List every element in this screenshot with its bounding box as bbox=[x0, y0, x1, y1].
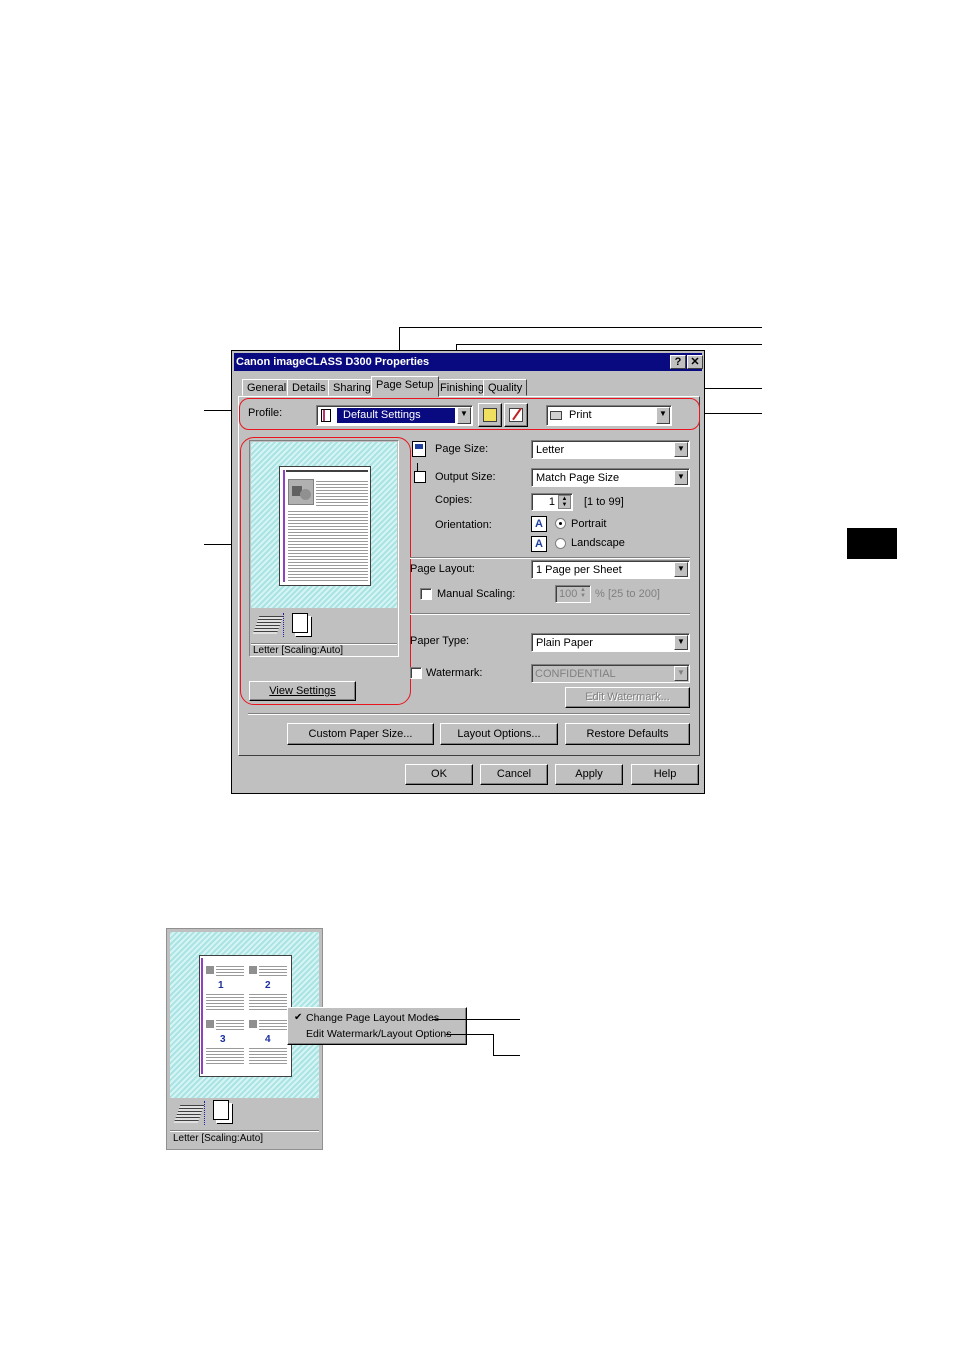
landscape-icon: A bbox=[531, 536, 547, 552]
output-size-select[interactable]: Match Page Size ▼ bbox=[531, 468, 690, 487]
callout-line bbox=[399, 327, 762, 328]
callout-line bbox=[446, 1034, 493, 1035]
scaling-spinner[interactable]: 100 ▲ ▼ bbox=[555, 585, 591, 603]
caption-divider bbox=[170, 1130, 319, 1132]
tab-page-setup[interactable]: Page Setup bbox=[371, 376, 439, 397]
menu-item-edit-watermark[interactable]: Edit Watermark/Layout Options bbox=[290, 1027, 464, 1042]
chevron-down-icon[interactable]: ▼ bbox=[674, 666, 688, 681]
page-layout-select[interactable]: 1 Page per Sheet ▼ bbox=[531, 560, 690, 579]
layout-options-button[interactable]: Layout Options... bbox=[440, 723, 558, 745]
context-menu: ✔ Change Page Layout Modes Edit Watermar… bbox=[287, 1007, 467, 1045]
page-number-1: 1 bbox=[218, 980, 224, 991]
apply-button[interactable]: Apply bbox=[555, 764, 623, 785]
chevron-down-icon[interactable]: ▼ bbox=[674, 442, 688, 457]
landscape-label: Landscape bbox=[571, 537, 625, 549]
tab-quality[interactable]: Quality bbox=[483, 379, 528, 396]
restore-defaults-button[interactable]: Restore Defaults bbox=[565, 723, 690, 745]
output-size-label: Output Size: bbox=[435, 471, 496, 483]
preview-divider bbox=[204, 1101, 205, 1125]
portrait-radio[interactable] bbox=[555, 518, 566, 529]
copies-spinner[interactable]: 1 ▲ ▼ bbox=[531, 493, 573, 511]
paper-type-select[interactable]: Plain Paper ▼ bbox=[531, 633, 690, 652]
dialog-title: Canon imageCLASS D300 Properties bbox=[236, 356, 430, 368]
highlight-profile-row bbox=[239, 398, 700, 430]
edit-watermark-button[interactable]: Edit Watermark... bbox=[565, 687, 690, 708]
chevron-down-icon[interactable]: ▼ bbox=[674, 562, 688, 577]
callout-line bbox=[456, 344, 762, 345]
properties-dialog: Canon imageCLASS D300 Properties ? ✕ Gen… bbox=[231, 350, 705, 794]
stack-icon bbox=[173, 1105, 205, 1123]
ok-button[interactable]: OK bbox=[405, 764, 473, 785]
spinner-buttons[interactable]: ▲ ▼ bbox=[558, 495, 571, 509]
close-button[interactable]: ✕ bbox=[687, 355, 703, 369]
scaling-unit: % bbox=[595, 588, 605, 600]
output-size-icon bbox=[412, 463, 426, 483]
page-number-2: 2 bbox=[265, 980, 271, 991]
portrait-label: Portrait bbox=[571, 518, 607, 530]
help-title-button[interactable]: ? bbox=[670, 355, 686, 369]
page-number-3: 3 bbox=[220, 1034, 226, 1045]
manual-scaling-label: Manual Scaling: bbox=[437, 588, 516, 600]
page-layout-value: 1 Page per Sheet bbox=[536, 564, 622, 576]
section-divider bbox=[248, 713, 690, 715]
callout-line bbox=[493, 1055, 520, 1056]
chevron-down-icon[interactable]: ▼ bbox=[674, 470, 688, 485]
page-layout-label: Page Layout: bbox=[410, 563, 475, 575]
section-divider bbox=[410, 557, 690, 559]
tab-general[interactable]: General bbox=[242, 379, 292, 396]
mini-page-3: 3 bbox=[206, 1018, 244, 1066]
chevron-down-icon[interactable]: ▼ bbox=[674, 635, 688, 650]
tab-finishing[interactable]: Finishing bbox=[435, 379, 490, 396]
watermark-value: CONFIDENTIAL bbox=[535, 668, 616, 680]
output-size-value: Match Page Size bbox=[536, 472, 620, 484]
custom-paper-size-button[interactable]: Custom Paper Size... bbox=[287, 723, 434, 745]
tab-details[interactable]: Details bbox=[287, 379, 331, 396]
page-number-4: 4 bbox=[265, 1034, 271, 1045]
manual-scaling-checkbox[interactable] bbox=[420, 588, 432, 600]
orientation-label: Orientation: bbox=[435, 519, 492, 531]
watermark-checkbox[interactable] bbox=[410, 667, 422, 679]
help-button[interactable]: Help bbox=[631, 764, 699, 785]
page-size-value: Letter bbox=[536, 444, 565, 456]
copies-range: [1 to 99] bbox=[584, 496, 624, 508]
check-icon: ✔ bbox=[294, 1012, 303, 1023]
callout-line bbox=[493, 1034, 494, 1056]
callout-line bbox=[432, 1019, 520, 1020]
menu-item-label: Change Page Layout Modes bbox=[306, 1012, 440, 1024]
tab-sharing[interactable]: Sharing bbox=[328, 379, 376, 396]
second-preview-caption: Letter [Scaling:Auto] bbox=[173, 1133, 264, 1144]
mini-page-1: 1 bbox=[206, 964, 244, 1012]
scaling-range: [25 to 200] bbox=[608, 588, 660, 600]
section-divider bbox=[410, 613, 690, 615]
second-preview-page: 1 2 3 4 bbox=[199, 955, 292, 1077]
cancel-button[interactable]: Cancel bbox=[480, 764, 548, 785]
title-bar: Canon imageCLASS D300 Properties bbox=[234, 353, 702, 371]
menu-item-label: Edit Watermark/Layout Options bbox=[306, 1028, 452, 1040]
paper-type-label: Paper Type: bbox=[410, 635, 470, 647]
landscape-radio[interactable] bbox=[555, 538, 566, 549]
copies-value: 1 bbox=[548, 496, 555, 508]
copies-label: Copies: bbox=[435, 494, 473, 506]
mini-page-2: 2 bbox=[249, 964, 287, 1012]
portrait-icon: A bbox=[531, 516, 547, 532]
copy-icon bbox=[213, 1100, 229, 1120]
scaling-value: 100 bbox=[559, 588, 578, 600]
page-size-label: Page Size: bbox=[435, 443, 489, 455]
mini-page-4: 4 bbox=[249, 1018, 287, 1066]
paper-type-value: Plain Paper bbox=[536, 637, 593, 649]
page-size-select[interactable]: Letter ▼ bbox=[531, 440, 690, 459]
page-size-icon bbox=[412, 441, 426, 457]
watermark-label: Watermark: bbox=[426, 667, 483, 679]
highlight-preview bbox=[240, 437, 411, 705]
chapter-marker bbox=[847, 528, 897, 559]
watermark-select[interactable]: CONFIDENTIAL ▼ bbox=[531, 664, 690, 683]
